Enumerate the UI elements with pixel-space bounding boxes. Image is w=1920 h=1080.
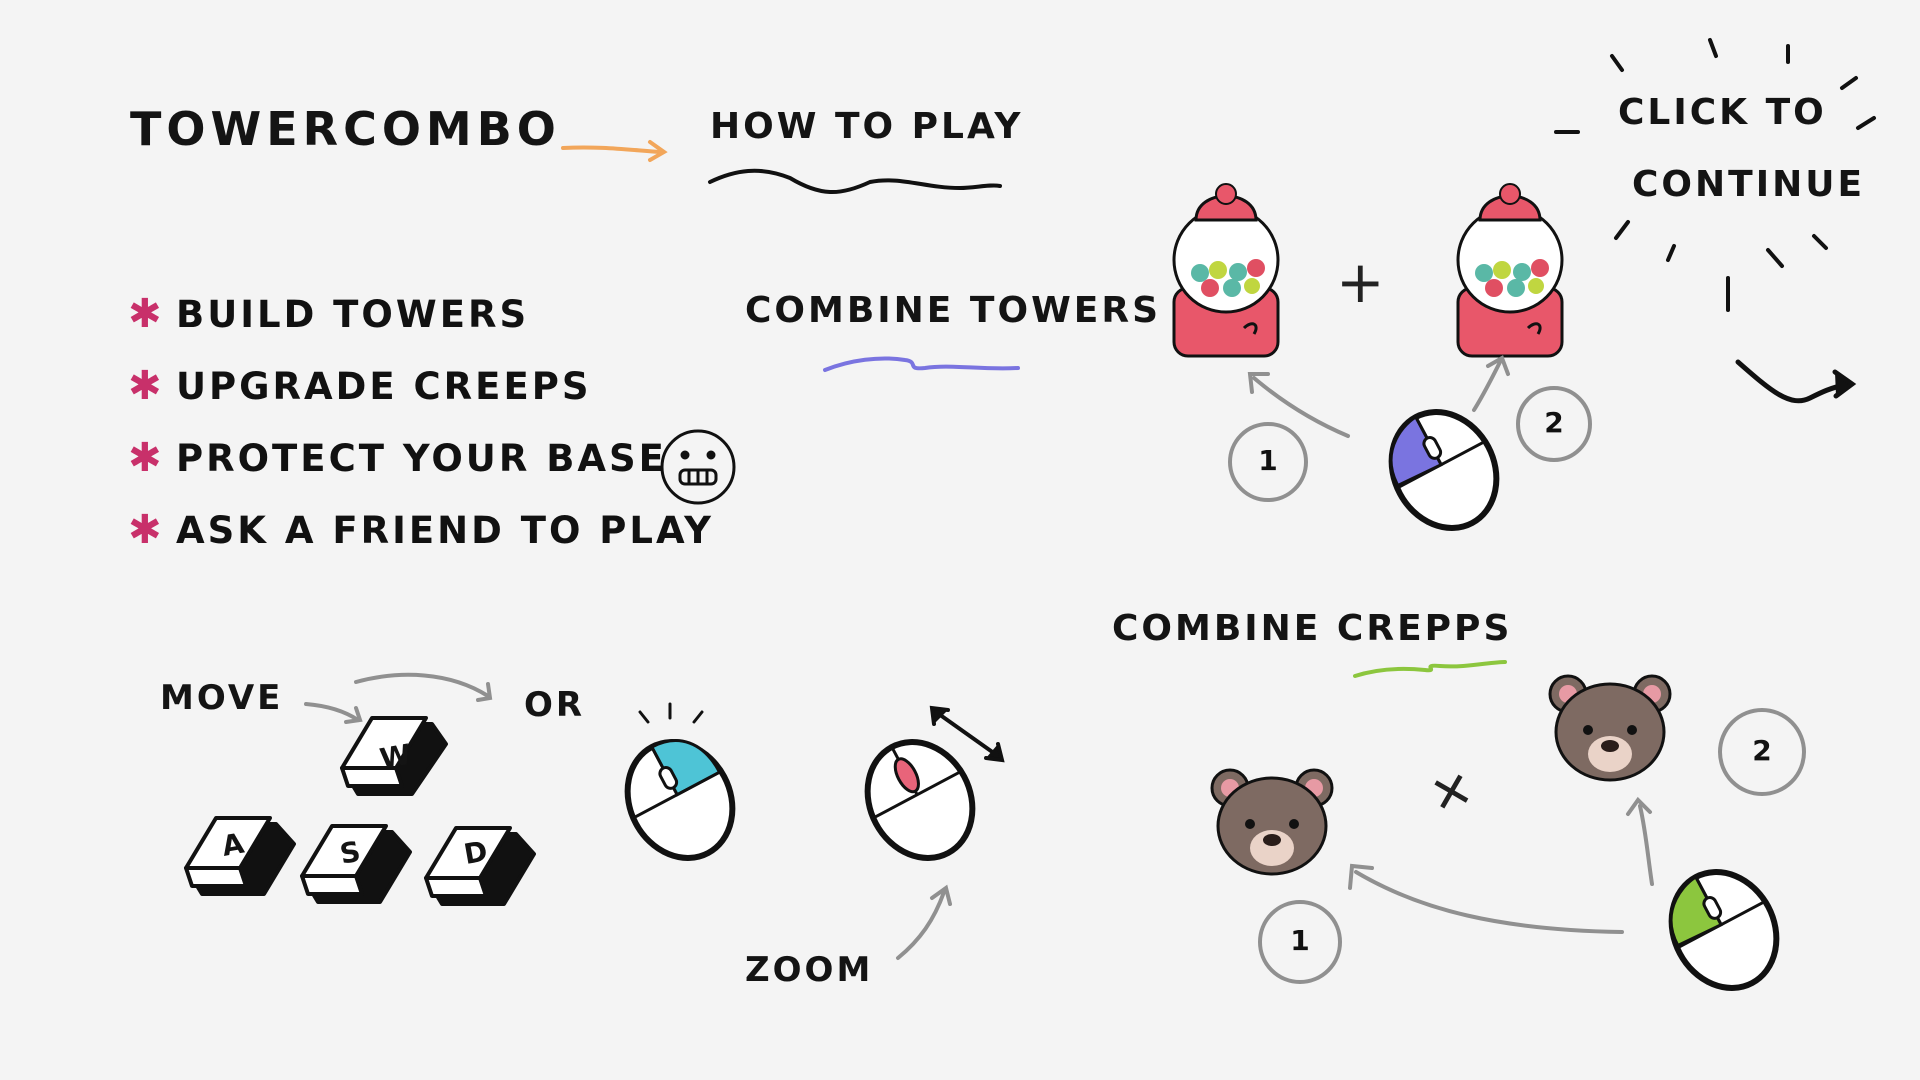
- wasd-keys: [184, 716, 536, 906]
- zoom-mouse-icon: [864, 739, 976, 861]
- continue-line-1[interactable]: CLICK TO: [1618, 92, 1827, 133]
- zoom-label: ZOOM: [745, 950, 874, 990]
- rule-label: BUILD TOWERS: [176, 292, 530, 336]
- bullet-star-icon: ✱: [128, 363, 162, 409]
- how-to-play-screen[interactable]: TOWERCOMBO HOW TO PLAY ✱ BUILD TOWERS ✱ …: [0, 0, 1920, 1080]
- gumball-tower-2: [1456, 183, 1564, 358]
- bear-creep-1: [1210, 768, 1334, 876]
- bullet-star-icon: ✱: [128, 507, 162, 553]
- title-arrow: [561, 140, 668, 162]
- continue-line-2[interactable]: CONTINUE: [1632, 164, 1865, 205]
- combine-towers-underline: [823, 356, 1020, 372]
- bear-creep-2: [1548, 674, 1672, 782]
- rule-item-ask-friend: ✱ ASK A FRIEND TO PLAY: [128, 494, 714, 566]
- rule-item-protect-base: ✱ PROTECT YOUR BASE: [128, 422, 714, 494]
- creep-mouse-icon[interactable]: [1652, 854, 1797, 1007]
- tower-step-2: 2: [1544, 406, 1564, 439]
- rule-item-build-towers: ✱ BUILD TOWERS: [128, 278, 714, 350]
- combine-creeps-underline: [1353, 660, 1507, 678]
- rule-item-upgrade-creeps: ✱ UPGRADE CREEPS: [128, 350, 714, 422]
- creep-step-1: 1: [1290, 924, 1310, 957]
- combine-towers-heading: COMBINE TOWERS: [745, 290, 1162, 331]
- how-to-play-underline: [708, 168, 1002, 194]
- zoom-arrow: [896, 884, 952, 960]
- pan-click-lines: [638, 702, 704, 724]
- rules-list: ✱ BUILD TOWERS ✱ UPGRADE CREEPS ✱ PROTEC…: [128, 278, 714, 566]
- move-label: MOVE: [160, 678, 284, 718]
- continue-arrow[interactable]: [1735, 359, 1857, 404]
- rule-label: PROTECT YOUR BASE: [176, 436, 667, 480]
- creep-arrows: [1348, 796, 1654, 934]
- creep-step-2: 2: [1752, 734, 1772, 767]
- pan-mouse-icon: [624, 739, 736, 861]
- or-label: OR: [524, 685, 586, 725]
- key-w-label: W: [377, 737, 417, 776]
- rule-label: ASK A FRIEND TO PLAY: [176, 508, 714, 552]
- move-arrows: [304, 672, 493, 724]
- tower-step-1: 1: [1258, 444, 1278, 477]
- gumball-tower-1: [1172, 183, 1280, 358]
- tower-mouse-icon[interactable]: [1372, 394, 1517, 547]
- rule-label: UPGRADE CREEPS: [176, 364, 592, 408]
- bullet-star-icon: ✱: [128, 291, 162, 337]
- bullet-star-icon: ✱: [128, 435, 162, 481]
- combine-creeps-heading: COMBINE CREPPS: [1112, 608, 1513, 649]
- key-d-label: D: [461, 833, 493, 872]
- tower-plus-sign: +: [1336, 248, 1385, 316]
